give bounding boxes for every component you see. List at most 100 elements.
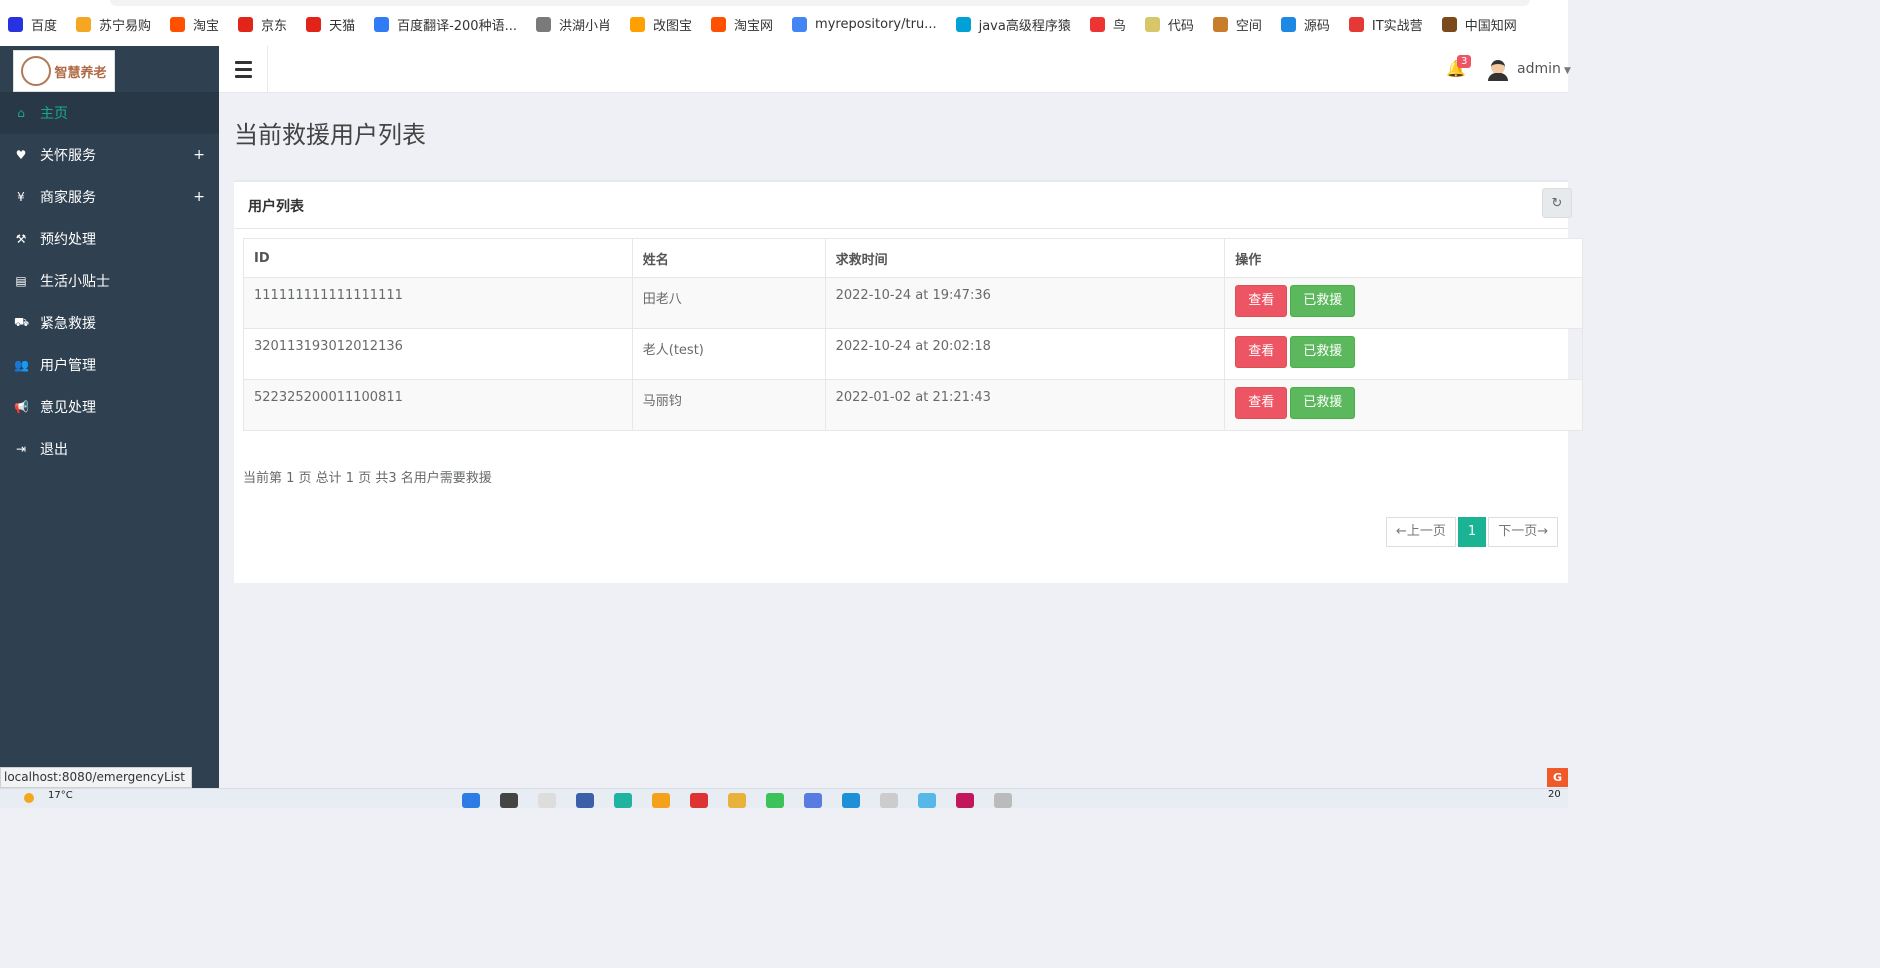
chrome-icon	[1348, 17, 1364, 32]
avatar[interactable]	[1487, 57, 1509, 81]
tray-app-icon[interactable]: G	[1547, 768, 1568, 787]
table-row: 320113193012012136 老人(test) 2022-10-24 at …	[243, 328, 1583, 380]
sidebar-item-heart[interactable]: ♥ 关怀服务 +	[0, 134, 219, 176]
ide-icon[interactable]	[804, 793, 822, 808]
cell-actions: 查看 已救援	[1224, 328, 1583, 380]
bookmark-item[interactable]: 百度	[8, 15, 57, 34]
bookmark-item[interactable]: 天猫	[306, 15, 355, 34]
rescued-button[interactable]: 已救援	[1290, 387, 1356, 419]
start-icon[interactable]	[462, 793, 480, 808]
expand-icon[interactable]: +	[193, 189, 205, 205]
notepad-icon[interactable]	[880, 793, 898, 808]
table-row: 111111111111111111 田老八 2022-10-24 at 19:47…	[243, 277, 1583, 329]
pen-icon[interactable]	[994, 793, 1012, 808]
caret-down-icon[interactable]: ▼	[1564, 66, 1571, 76]
logo[interactable]: 智慧养老	[13, 50, 115, 92]
user-menu[interactable]: admin	[1517, 61, 1561, 77]
rescued-button[interactable]: 已救援	[1290, 336, 1356, 368]
bookmark-item[interactable]: 洪湖小肖	[535, 15, 611, 34]
bookmark-item[interactable]: 淘宝	[170, 15, 219, 34]
bookmark-item[interactable]: 中国知网	[1441, 15, 1517, 34]
sidebar-item-ambulance[interactable]: ⛟ 紧急救援	[0, 302, 219, 344]
cell-time: 2022-10-24 at 19:47:36	[824, 277, 1226, 329]
cell-name: 马丽钧	[631, 379, 826, 431]
sidebar-item-bullhorn[interactable]: 📢 意见处理	[0, 386, 219, 428]
column-header: 求救时间	[824, 238, 1226, 278]
edge-icon[interactable]	[614, 793, 632, 808]
sidebar-item-sign-in[interactable]: ⇥ 退出	[0, 428, 219, 470]
address-bar-edge[interactable]	[110, 0, 1530, 6]
prev-page-button[interactable]: ←上一页	[1386, 517, 1456, 547]
bookmark-item[interactable]: 京东	[238, 15, 287, 34]
bookmark-item[interactable]: 源码	[1280, 15, 1330, 34]
cell-id: 320113193012012136	[243, 328, 633, 380]
sidebar-item-label: 退出	[40, 442, 68, 458]
book-icon: ▤	[15, 274, 27, 288]
lion-icon	[76, 17, 92, 32]
space-icon	[1212, 17, 1228, 32]
translate-icon	[374, 17, 390, 32]
chrome-icon[interactable]	[652, 793, 670, 808]
bookmark-item[interactable]: IT实战营	[1348, 15, 1423, 34]
sidebar-item-book[interactable]: ▤ 生活小贴士	[0, 260, 219, 302]
folder-icon[interactable]	[728, 793, 746, 808]
sidebar-item-gavel[interactable]: ⚒ 预约处理	[0, 218, 219, 260]
search-icon[interactable]	[500, 793, 518, 808]
bookmarks-bar: 百度 苏宁易购 淘宝 京东 天猫 百度翻译-200种语... 洪湖小肖 改图宝 淘宝网 myrep…	[0, 0, 1568, 47]
cell-actions: 查看 已救援	[1224, 379, 1583, 431]
users-icon: 👥	[14, 358, 29, 372]
bookmark-item[interactable]: 改图宝	[630, 15, 692, 34]
view-button[interactable]: 查看	[1235, 336, 1288, 368]
next-page-button[interactable]: 下一页→	[1488, 517, 1559, 547]
hamburger-icon	[234, 60, 252, 64]
sidebar-item-users[interactable]: 👥 用户管理	[0, 344, 219, 386]
bookmark-list: 百度 苏宁易购 淘宝 京东 天猫 百度翻译-200种语... 洪湖小肖 改图宝 淘宝网 myrep…	[8, 15, 1536, 34]
current-page-button[interactable]: 1	[1457, 517, 1487, 547]
refresh-button[interactable]: ↻	[1542, 188, 1572, 218]
bookmark-item[interactable]: 空间	[1212, 15, 1262, 34]
view-button[interactable]: 查看	[1235, 285, 1288, 317]
sidebar-item-label: 关怀服务	[40, 148, 96, 164]
status-url: localhost:8080/emergencyList	[0, 767, 192, 788]
download-icon[interactable]	[842, 793, 860, 808]
bilibili-icon	[955, 17, 971, 32]
mail-icon[interactable]	[918, 793, 936, 808]
clock[interactable]: 20	[1548, 789, 1561, 800]
sidebar-item-home[interactable]: ⌂ 主页	[0, 92, 219, 134]
taobao-icon	[170, 17, 186, 32]
bookmark-item[interactable]: myrepository/tru...	[792, 17, 937, 32]
browser-icon[interactable]	[690, 793, 708, 808]
bookmark-label: 源码	[1303, 19, 1330, 34]
weather-temperature[interactable]: 17°C	[48, 790, 73, 801]
wechat-icon[interactable]	[766, 793, 784, 808]
sidebar-item-yen[interactable]: ¥ 商家服务 +	[0, 176, 219, 218]
chrome-icon	[792, 17, 808, 32]
app2-icon[interactable]	[956, 793, 974, 808]
view-button[interactable]: 查看	[1235, 387, 1288, 419]
bookmark-item[interactable]: 苏宁易购	[76, 15, 151, 34]
sidebar-item-label: 用户管理	[40, 358, 96, 374]
app-icon[interactable]	[576, 793, 594, 808]
logo-text: 智慧养老	[54, 65, 107, 81]
sidebar-item-label: 生活小贴士	[40, 274, 110, 290]
column-header: 姓名	[631, 238, 826, 278]
bookmark-item[interactable]: 代码	[1144, 15, 1194, 34]
pagination: ←上一页 1 下一页→	[1386, 517, 1559, 547]
rescued-button[interactable]: 已救援	[1290, 285, 1356, 317]
cell-actions: 查看 已救援	[1224, 277, 1583, 329]
bookmark-item[interactable]: 淘宝网	[711, 15, 773, 34]
bookmark-label: IT实战营	[1371, 19, 1423, 34]
bookmark-item[interactable]: java高级程序猿	[955, 15, 1071, 34]
cell-time: 2022-01-02 at 21:21:43	[824, 379, 1226, 431]
expand-icon[interactable]: +	[193, 147, 205, 163]
bookmark-item[interactable]: 百度翻译-200种语...	[374, 15, 517, 34]
file-icon[interactable]	[538, 793, 556, 808]
bird-icon	[1089, 17, 1105, 32]
weather-icon[interactable]	[24, 793, 34, 803]
sidebar-item-label: 紧急救援	[40, 316, 96, 332]
menu-toggle-button[interactable]	[219, 46, 268, 92]
bird-icon	[535, 17, 551, 32]
bookmark-label: 鸟	[1112, 19, 1126, 34]
logo-area: 智慧养老	[0, 46, 219, 92]
bookmark-item[interactable]: 鸟	[1089, 15, 1126, 34]
